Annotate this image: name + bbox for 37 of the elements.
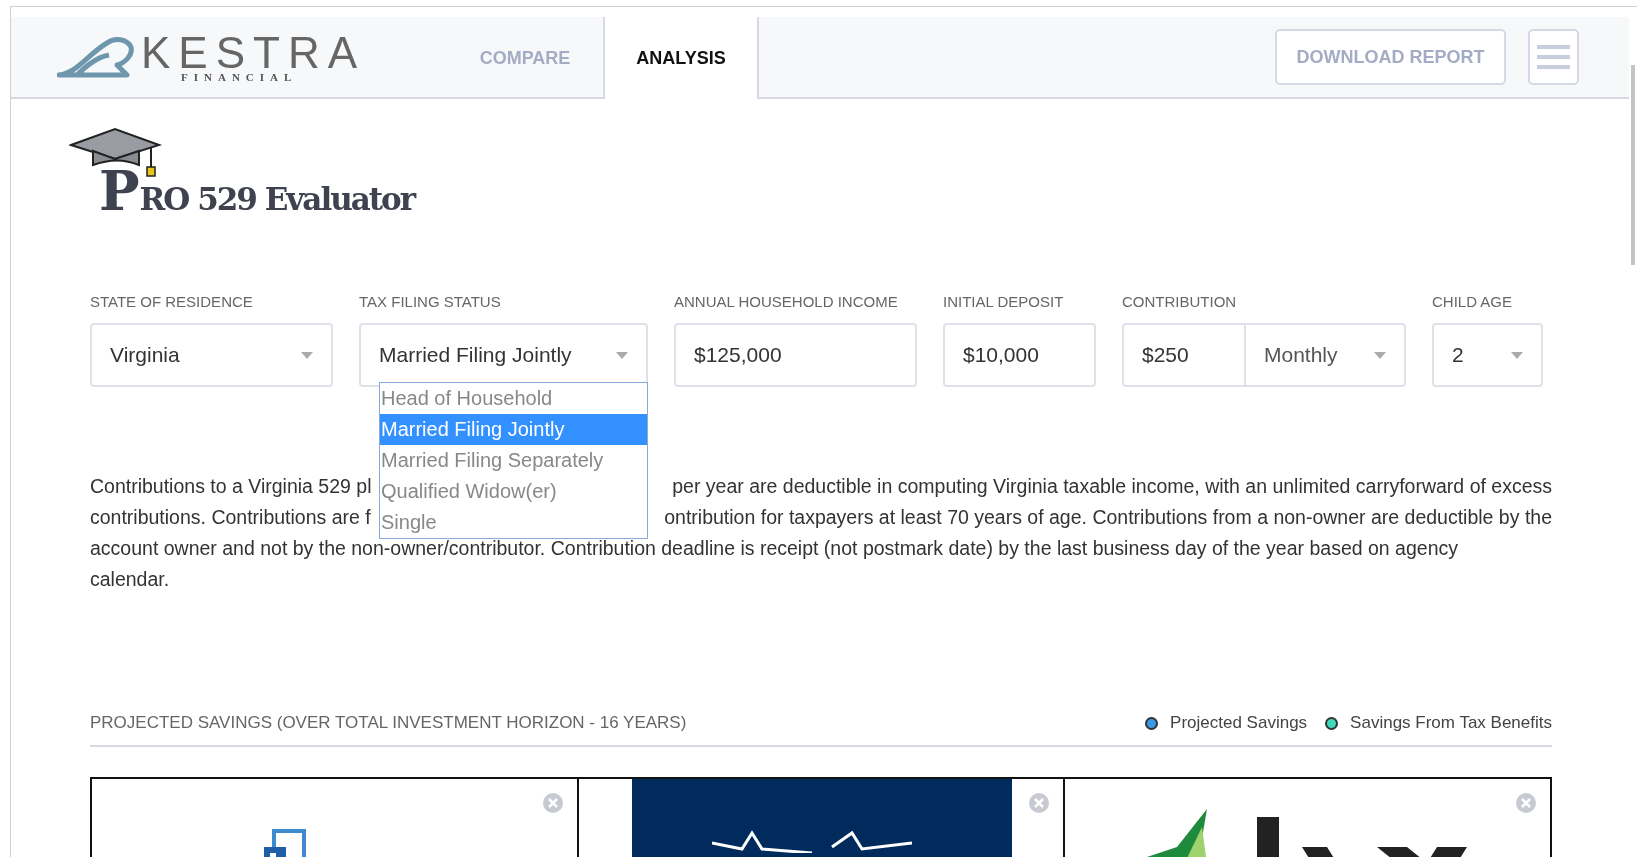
chevron-down-icon: [301, 351, 313, 359]
description-text: contributions. Contributions are f: [90, 505, 371, 530]
dropdown-option[interactable]: Married Filing Separately: [380, 445, 647, 476]
legend-label: Savings From Tax Benefits: [1350, 713, 1552, 733]
app-title: PRO 529 Evaluator: [99, 159, 415, 223]
dropdown-option[interactable]: Single: [380, 507, 647, 538]
description-text: account owner and not by the non-owner/contributor. Contribution deadline is receipt (not postmark date) by the last business day of the year based on agency: [90, 536, 1458, 561]
field-label: INITIAL DEPOSIT: [943, 293, 1065, 311]
chevron-down-icon: [1374, 351, 1386, 359]
select-field[interactable]: Virginia: [90, 323, 333, 387]
close-icon[interactable]: [1516, 793, 1536, 813]
bird-logo-icon: [57, 35, 135, 79]
close-icon[interactable]: [1029, 793, 1050, 813]
field-label: ANNUAL HOUSEHOLD INCOME: [674, 293, 899, 311]
field-label: TAX FILING STATUS: [359, 293, 502, 311]
field-label: STATE OF RESIDENCE: [90, 293, 254, 311]
chevron-down-icon: [616, 351, 628, 359]
legend-label: Projected Savings: [1170, 713, 1308, 733]
description-text: ontribution for taxpayers at least 70 years of age. Contributions from a non-owner are deductible by the: [664, 505, 1552, 530]
select-field[interactable]: Married Filing Jointly: [359, 323, 648, 387]
field-label: CONTRIBUTION: [1122, 293, 1238, 311]
close-icon[interactable]: [542, 793, 563, 813]
dropdown-option[interactable]: Qualified Widow(er): [380, 476, 647, 507]
menu-button[interactable]: [1528, 29, 1579, 85]
section-title: PROJECTED SAVINGS (OVER TOTAL INVESTMENT HORIZON - 16 YEARS): [90, 713, 687, 733]
description-text: calendar.: [90, 567, 170, 592]
select-field[interactable]: Monthly: [1246, 343, 1404, 367]
field-label: CHILD AGE: [1432, 293, 1514, 311]
input-field[interactable]: $10,000: [943, 323, 1096, 387]
nav-tab[interactable]: ANALYSIS: [603, 17, 759, 99]
chevron-down-icon: [1511, 351, 1523, 359]
description-text: Contributions to a Virginia 529 pl: [90, 474, 372, 499]
description-text: per year are deductible in computing Virginia taxable income, with an unlimited carryforward of excess: [672, 474, 1552, 499]
select-field[interactable]: 2: [1432, 323, 1543, 387]
menu-icon: [1537, 43, 1570, 71]
input-field[interactable]: $125,000: [674, 323, 917, 387]
input-field[interactable]: $250: [1124, 325, 1246, 385]
